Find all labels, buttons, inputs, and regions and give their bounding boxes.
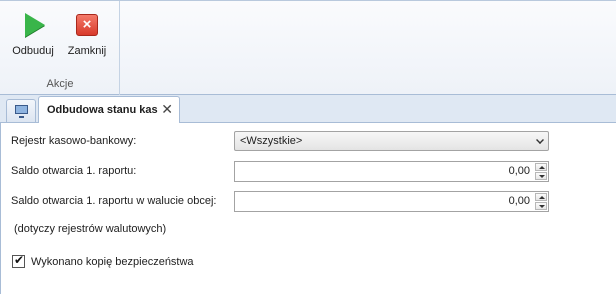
ribbon-group-actions: Odbuduj × Zamknij Akcje xyxy=(0,1,120,96)
opening-balance-fx-field[interactable]: 0,00 xyxy=(234,191,549,212)
register-select[interactable]: <Wszystkie> xyxy=(234,131,549,151)
rebuild-button[interactable]: Odbuduj xyxy=(8,9,58,67)
play-icon xyxy=(19,11,47,39)
opening-balance-fx-label: Saldo otwarcia 1. raportu w walucie obce… xyxy=(11,195,217,207)
backup-label[interactable]: Wykonano kopię bezpieczeństwa xyxy=(31,256,194,268)
opening-balance-stepper[interactable] xyxy=(535,163,547,180)
opening-balance-value: 0,00 xyxy=(508,165,530,177)
opening-balance-fx-stepper[interactable] xyxy=(535,193,547,210)
register-select-value: <Wszystkie> xyxy=(240,135,303,147)
group-label: Akcje xyxy=(46,78,74,90)
register-label: Rejestr kasowo-bankowy: xyxy=(11,135,137,147)
tab-strip: Odbudowa stanu kas ✕ xyxy=(0,95,616,124)
backup-checkbox[interactable]: ✔ xyxy=(12,253,25,268)
opening-balance-label: Saldo otwarcia 1. raportu: xyxy=(11,165,137,177)
opening-balance-field[interactable]: 0,00 xyxy=(234,161,549,182)
form-panel: Rejestr kasowo-bankowy: <Wszystkie> Sald… xyxy=(0,123,616,294)
checkmark-icon: ✔ xyxy=(14,253,25,267)
opening-balance-fx-value: 0,00 xyxy=(508,195,530,207)
fx-note: (dotyczy rejestrów walutowych) xyxy=(14,223,167,235)
spin-down-icon[interactable] xyxy=(535,202,547,210)
close-button[interactable]: × Zamknij xyxy=(62,9,112,67)
tab-title: Odbudowa stanu kas xyxy=(47,104,158,116)
tab-close-icon[interactable]: ✕ xyxy=(161,101,173,118)
tab-desktop[interactable] xyxy=(6,99,36,122)
close-icon: × xyxy=(73,11,101,39)
spin-up-icon[interactable] xyxy=(535,193,547,201)
spin-up-icon[interactable] xyxy=(535,163,547,171)
tab-odbudowa-stanu-kas[interactable]: Odbudowa stanu kas ✕ xyxy=(38,96,180,124)
rebuild-button-label: Odbuduj xyxy=(12,45,54,57)
spin-down-icon[interactable] xyxy=(535,172,547,180)
chevron-down-icon[interactable] xyxy=(536,136,544,144)
monitor-icon xyxy=(15,105,28,118)
ribbon: Odbuduj × Zamknij Akcje xyxy=(0,0,616,96)
close-button-label: Zamknij xyxy=(67,45,107,57)
